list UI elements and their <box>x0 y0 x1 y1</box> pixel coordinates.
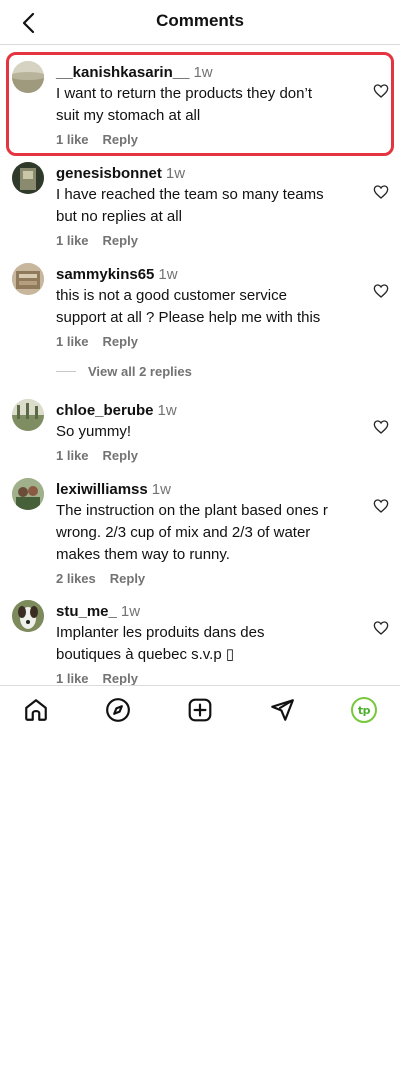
avatar[interactable] <box>12 478 44 510</box>
comment-text-line: boutiques à quebec s.v.p ▯ <box>56 646 235 663</box>
comment-time: 1w <box>193 64 213 81</box>
comment-text-line: I want to return the products they don’t <box>56 85 312 102</box>
comment-time: 1w <box>120 603 141 620</box>
comment-text-line: I have reached the team so many teams <box>56 186 324 203</box>
likes-count[interactable]: 2 likes <box>56 571 96 586</box>
avatar[interactable] <box>12 162 44 194</box>
comment-meta: 1 like Reply <box>56 448 356 463</box>
comment-text: this is not a good customer service supp… <box>56 285 356 329</box>
comment-text-line: suit my stomach at all <box>56 107 201 124</box>
comment-time: 1w <box>157 402 177 419</box>
comment-time: 1w <box>158 266 178 283</box>
send-icon <box>271 699 294 721</box>
comment-meta: 1 like Reply <box>56 671 356 686</box>
comment-username[interactable]: genesisbonnet <box>56 165 162 182</box>
nav-create[interactable] <box>186 696 214 724</box>
comment-meta: 1 like Reply <box>56 132 356 147</box>
comments-screen: Comments __kanishkasarin__ 1w I want to r… <box>0 0 400 1080</box>
comment-body: genesisbonnet 1w I have reached the team … <box>56 164 356 248</box>
heart-icon[interactable] <box>373 419 389 435</box>
avatar[interactable] <box>12 263 44 295</box>
heart-icon[interactable] <box>373 83 389 99</box>
reply-button[interactable]: Reply <box>103 132 138 147</box>
comment-text-line: support at all ? Please help me with thi… <box>56 309 321 326</box>
comment-username[interactable]: chloe_berube <box>56 402 154 419</box>
header: Comments <box>0 0 400 45</box>
comment-body: chloe_berube 1w So yummy! 1 like Reply <box>56 401 356 463</box>
heart-icon[interactable] <box>373 184 389 200</box>
reply-button[interactable]: Reply <box>110 571 145 586</box>
view-replies-label: View all 2 replies <box>88 364 192 379</box>
comment-meta: 1 like Reply <box>56 233 356 248</box>
comment-username[interactable]: lexiwilliamss <box>56 481 148 498</box>
comment-text-line: this is not a good customer service <box>56 287 287 304</box>
comment-username[interactable]: __kanishkasarin__ <box>56 64 189 81</box>
comment-text: I have reached the team so many teams bu… <box>56 184 356 228</box>
nav-direct[interactable] <box>268 696 296 724</box>
bottom-nav: tp <box>0 685 400 732</box>
nav-home[interactable] <box>22 696 50 724</box>
comment-meta: 1 like Reply <box>56 334 356 349</box>
comment-text: Implanter les produits dans des boutique… <box>56 622 356 666</box>
comment-time: 1w <box>165 165 186 182</box>
comment-item: genesisbonnet 1w I have reached the team … <box>0 156 400 256</box>
profile-avatar: tp <box>351 697 377 723</box>
likes-count[interactable]: 1 like <box>56 334 89 349</box>
comment-text: So yummy! <box>56 421 356 443</box>
comment-body: stu_me_ 1w Implanter les produits dans de… <box>56 602 356 686</box>
likes-count[interactable]: 1 like <box>56 233 89 248</box>
heart-icon[interactable] <box>373 283 389 299</box>
plus-square-icon <box>188 698 212 722</box>
comment-text-line: but no replies at all <box>56 208 182 225</box>
comment-text-line: Implanter les produits dans des <box>56 624 265 641</box>
comment-text: The instruction on the plant based ones … <box>56 500 356 566</box>
divider <box>56 371 76 372</box>
comment-body: sammykins65 1w this is not a good custome… <box>56 265 356 349</box>
comment-item: __kanishkasarin__ 1w I want to return the… <box>0 52 400 156</box>
nav-explore[interactable] <box>104 696 132 724</box>
avatar[interactable] <box>12 600 44 632</box>
comment-text-line: makes them way to runny. <box>56 546 230 563</box>
nav-profile[interactable]: tp <box>350 696 378 724</box>
comment-username[interactable]: sammykins65 <box>56 266 154 283</box>
likes-count[interactable]: 1 like <box>56 448 89 463</box>
comment-meta: 2 likes Reply <box>56 571 356 586</box>
comment-body: lexiwilliamss 1w The instruction on the p… <box>56 480 356 586</box>
avatar[interactable] <box>12 399 44 431</box>
reply-button[interactable]: Reply <box>103 671 138 686</box>
likes-count[interactable]: 1 like <box>56 132 89 147</box>
comment-body: __kanishkasarin__ 1w I want to return the… <box>56 63 356 147</box>
likes-count[interactable]: 1 like <box>56 671 89 686</box>
compass-icon <box>106 698 130 722</box>
reply-button[interactable]: Reply <box>103 334 138 349</box>
comment-text-line: wrong. 2/3 cup of mix and 2/3 of water <box>56 524 311 541</box>
heart-icon[interactable] <box>373 620 389 636</box>
comment-item: lexiwilliamss 1w The instruction on the p… <box>0 472 400 592</box>
comment-username[interactable]: stu_me_ <box>56 603 117 620</box>
view-replies-button[interactable]: View all 2 replies <box>56 364 192 379</box>
page-title: Comments <box>156 11 244 30</box>
heart-icon[interactable] <box>373 498 389 514</box>
comment-text-line: So yummy! <box>56 423 132 440</box>
comment-text: I want to return the products they don’t… <box>56 83 356 127</box>
reply-button[interactable]: Reply <box>103 448 138 463</box>
reply-button[interactable]: Reply <box>103 233 138 248</box>
comment-time: 1w <box>151 481 171 498</box>
avatar[interactable] <box>12 61 44 93</box>
comment-item: sammykins65 1w this is not a good custome… <box>0 257 400 357</box>
comment-text-line: The instruction on the plant based ones … <box>56 502 328 519</box>
comment-item: chloe_berube 1w So yummy! 1 like Reply <box>0 393 400 469</box>
comment-item: stu_me_ 1w Implanter les produits dans de… <box>0 594 400 686</box>
home-icon <box>25 699 47 721</box>
